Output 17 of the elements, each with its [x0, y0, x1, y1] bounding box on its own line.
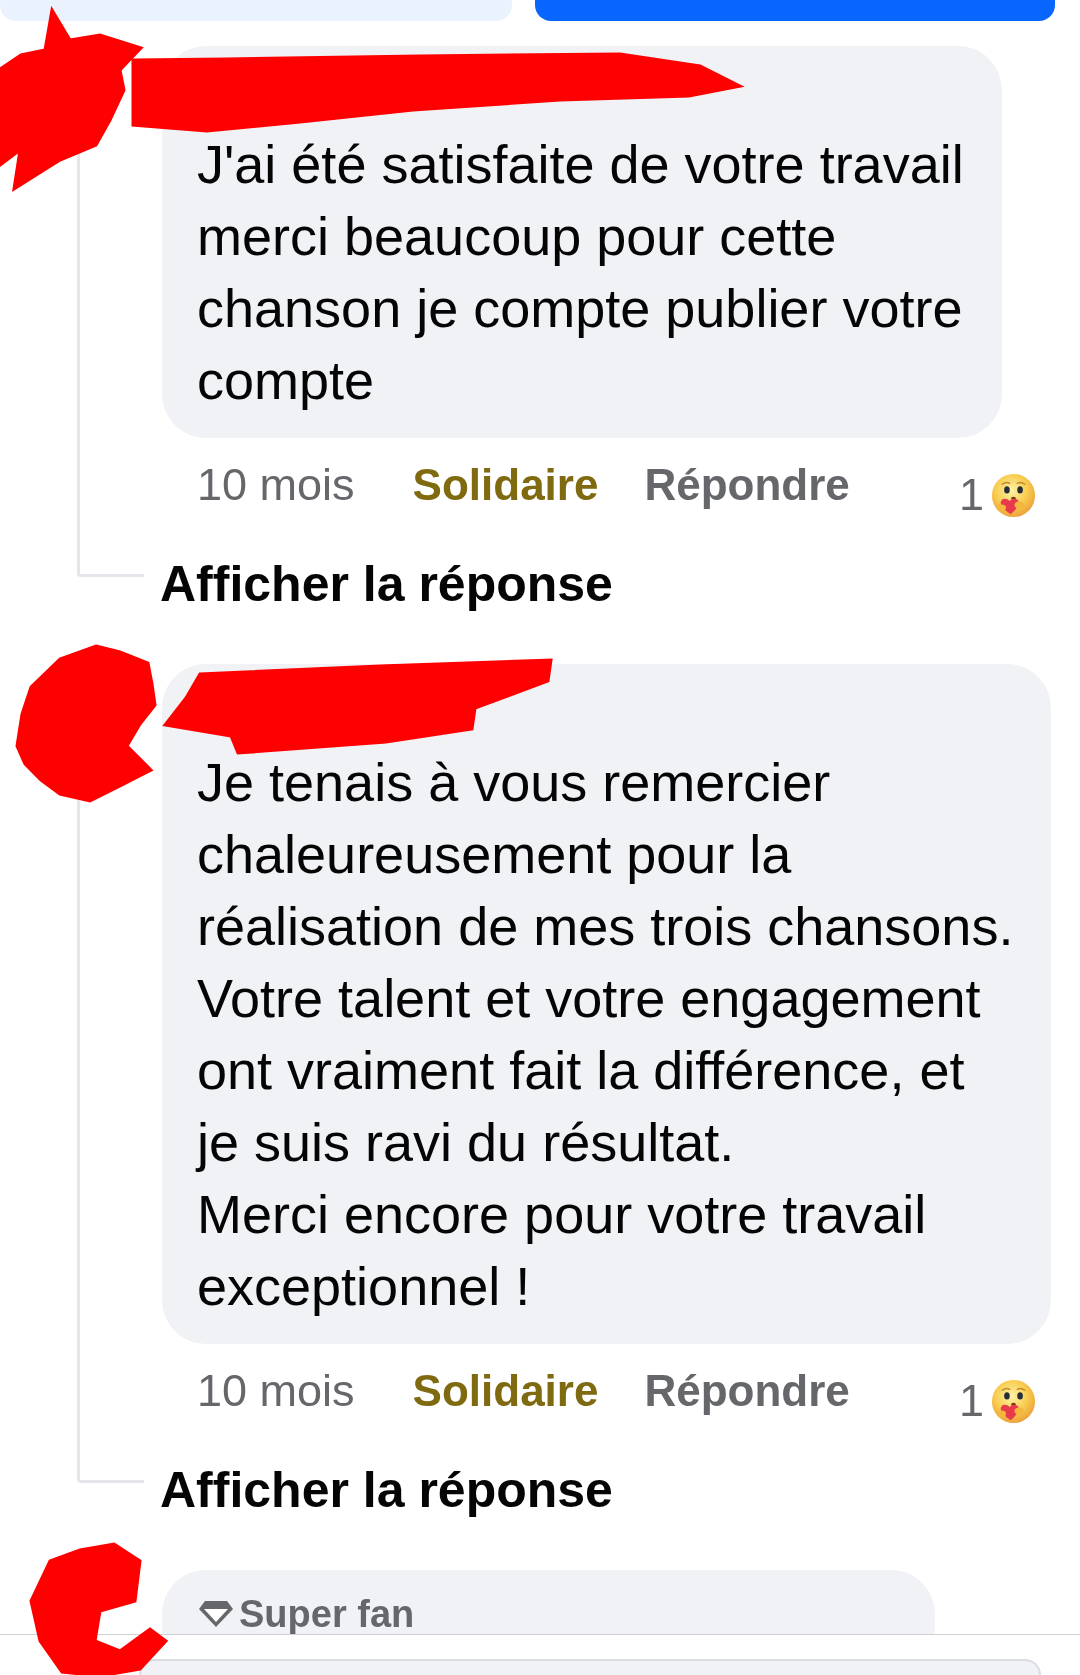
comment-text: Je tenais à vous remercier chaleureusement pour la réalisation de mes trois chansons. Votre talent et votre engagement ont vraiment fait la différence, et je suis ravi du résultat. Merci encore pour votre travail exceptionnel !	[197, 751, 1014, 1318]
reply-button[interactable]: Répondre	[644, 455, 850, 515]
view-replies-link[interactable]: Afficher la réponse	[160, 1460, 613, 1520]
comment-time: 10 mois	[197, 1364, 355, 1418]
reply-button[interactable]: Répondre	[644, 1361, 850, 1421]
view-replies-link[interactable]: Afficher la réponse	[160, 554, 613, 614]
comment-time: 10 mois	[197, 458, 355, 512]
comment-input-field[interactable]	[139, 1659, 1041, 1675]
diamond-icon	[197, 1599, 235, 1629]
action-button[interactable]	[0, 0, 512, 21]
reaction-button[interactable]: Solidaire	[412, 455, 599, 515]
reaction-count-button[interactable]: 1	[958, 1376, 1036, 1426]
badge-label: Super fan	[239, 1594, 415, 1634]
action-button[interactable]	[534, 0, 1055, 21]
reaction-count-button[interactable]: 1	[958, 470, 1036, 520]
reaction-button[interactable]: Solidaire	[412, 1361, 599, 1421]
comment-text: J'ai été satisfaite de votre travail merci beaucoup pour cette chanson je compte publier votre compte	[197, 133, 964, 412]
